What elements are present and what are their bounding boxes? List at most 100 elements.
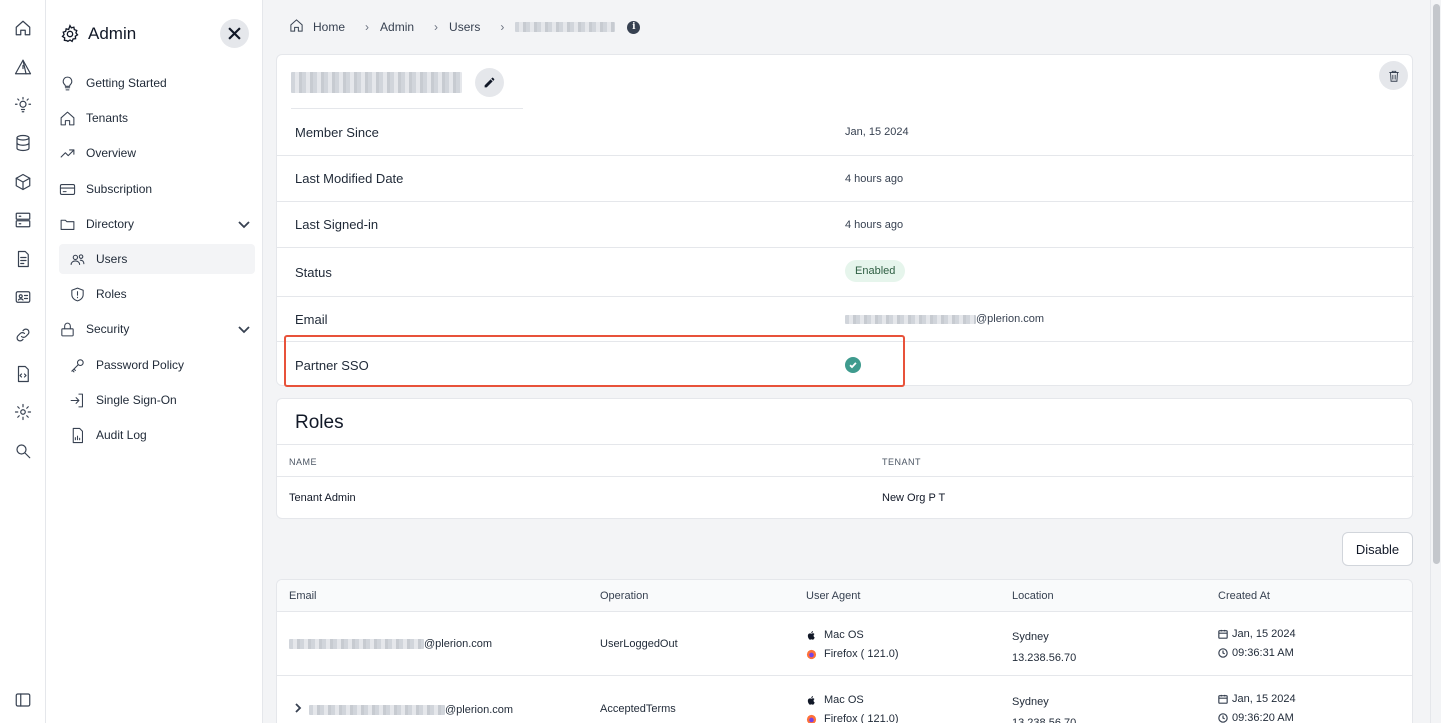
edit-name-button[interactable] [475,68,504,97]
trending-up-icon [58,144,76,162]
disable-user-button[interactable]: Disable [1342,532,1413,566]
table-row[interactable]: @plerion.com UserLoggedOut Mac OS Firefo… [277,612,1412,676]
log-created-at: Jan, 15 2024 09:36:31 AM [1218,624,1296,662]
sidebar-item-security[interactable]: Security [58,314,255,344]
sidebar-item-directory[interactable]: Directory [58,209,255,239]
sidebar-item-single-sign-on[interactable]: Single Sign-On [59,385,255,415]
key-icon [68,356,86,374]
vertical-scrollbar[interactable] [1430,0,1441,723]
scrollbar-thumb[interactable] [1433,4,1440,564]
sidebar-toggle-icon[interactable] [13,690,33,710]
sidebar-item-label: Password Policy [96,358,185,372]
log-operation: UserLoggedOut [600,638,678,650]
sidebar-item-label: Directory [86,217,135,231]
sidebar-item-roles[interactable]: Roles [59,279,255,309]
sidebar-item-overview[interactable]: Overview [58,138,255,168]
calendar-icon [1218,694,1228,704]
log-user-agent: Mac OS Firefox ( 121.0) [806,627,899,662]
clock-icon [1218,712,1228,723]
sidebar-item-label: Overview [86,146,137,160]
firefox-icon [806,649,817,659]
sidebar-item-getting-started[interactable]: Getting Started [58,68,255,98]
sidebar-item-label: Getting Started [86,76,167,90]
lightbulb-icon[interactable] [13,95,33,115]
last-modified-label: Last Modified Date [295,171,404,186]
delete-user-button[interactable] [1379,61,1408,90]
log-email-domain: @plerion.com [424,638,493,650]
email-redacted [845,314,976,324]
shield-icon [68,285,86,303]
search-icon[interactable] [13,441,33,461]
user-name-redacted [291,72,462,93]
log-operation: AcceptedTerms [600,703,676,715]
roles-card: Roles NAME TENANT Tenant Admin New Org P… [276,398,1414,519]
log-location: Sydney 13.238.56.70 [1012,627,1076,669]
alert-triangles-icon[interactable] [13,57,33,77]
id-card-icon[interactable] [13,287,33,307]
log-location: Sydney 13.238.56.70 [1012,692,1076,723]
file-chart-icon [68,426,86,444]
breadcrumb-admin[interactable]: Admin [380,20,414,34]
col-user-agent-header: User Agent [806,590,861,602]
activity-log-card: Email Operation User Agent Location Crea… [276,579,1413,723]
home-icon[interactable] [13,18,33,38]
breadcrumb: Home › Admin › Users › i [289,18,641,36]
document-check-icon[interactable] [13,249,33,269]
icon-rail [0,0,46,723]
apple-icon [807,630,815,640]
code-file-icon[interactable] [13,364,33,384]
email-redacted [309,704,445,715]
log-browser: Firefox ( 121.0) [824,648,899,660]
log-created-at: Jan, 15 2024 09:36:20 AM [1218,689,1296,723]
log-email: @plerion.com [293,703,513,716]
chevron-right-icon: › [500,20,505,34]
log-city: Sydney [1012,631,1049,643]
log-os: Mac OS [824,629,864,641]
status-value-wrap: Enabled [845,260,906,282]
sidebar-item-label: Single Sign-On [96,393,177,407]
cube-icon[interactable] [13,172,33,192]
chevron-right-icon: › [365,20,370,34]
status-row: Status Enabled [277,247,1414,296]
close-sidebar-button[interactable] [220,19,249,48]
trash-icon [1388,70,1399,82]
log-date: Jan, 15 2024 [1232,627,1296,640]
chevron-right-icon: › [434,20,439,34]
settings-icon[interactable] [13,402,33,422]
info-icon[interactable]: i [627,20,641,34]
chevron-down-icon[interactable] [237,322,251,336]
check-circle-icon [845,357,861,373]
member-since-row: Member Since Jan, 15 2024 [277,109,1414,155]
clock-icon [1218,647,1228,658]
breadcrumb-home[interactable]: Home [313,20,345,34]
sidebar-title: Admin [88,24,137,43]
partner-sso-value [845,357,861,373]
sidebar-item-password-policy[interactable]: Password Policy [59,350,255,380]
log-city: Sydney [1012,696,1049,708]
last-signed-row: Last Signed-in 4 hours ago [277,201,1414,247]
breadcrumb-users[interactable]: Users [449,20,480,34]
chevron-right-icon[interactable] [293,703,303,716]
sidebar-item-tenants[interactable]: Tenants [58,103,255,133]
log-ip: 13.238.56.70 [1012,652,1077,664]
sidebar-item-label: Tenants [86,111,129,125]
server-icon[interactable] [13,210,33,230]
roles-title: Roles [295,412,344,433]
sidebar-item-users[interactable]: Users [59,244,255,274]
sidebar-item-label: Roles [96,287,127,301]
sidebar-item-audit-log[interactable]: Audit Log [59,420,255,450]
close-icon [228,27,241,40]
sign-in-icon [68,391,86,409]
role-tenant: New Org P T [882,492,946,504]
last-signed-label: Last Signed-in [295,217,379,232]
log-email-domain: @plerion.com [445,703,514,716]
link-icon[interactable] [13,325,33,345]
sidebar-item-subscription[interactable]: Subscription [58,174,255,204]
chevron-down-icon[interactable] [237,217,251,231]
lightbulb-icon [58,74,76,92]
users-icon [68,250,86,268]
partner-sso-label: Partner SSO [295,358,369,373]
home-icon[interactable] [289,18,304,36]
database-icon[interactable] [13,133,33,153]
table-row[interactable]: @plerion.com AcceptedTerms Mac OS Firefo… [277,677,1412,723]
